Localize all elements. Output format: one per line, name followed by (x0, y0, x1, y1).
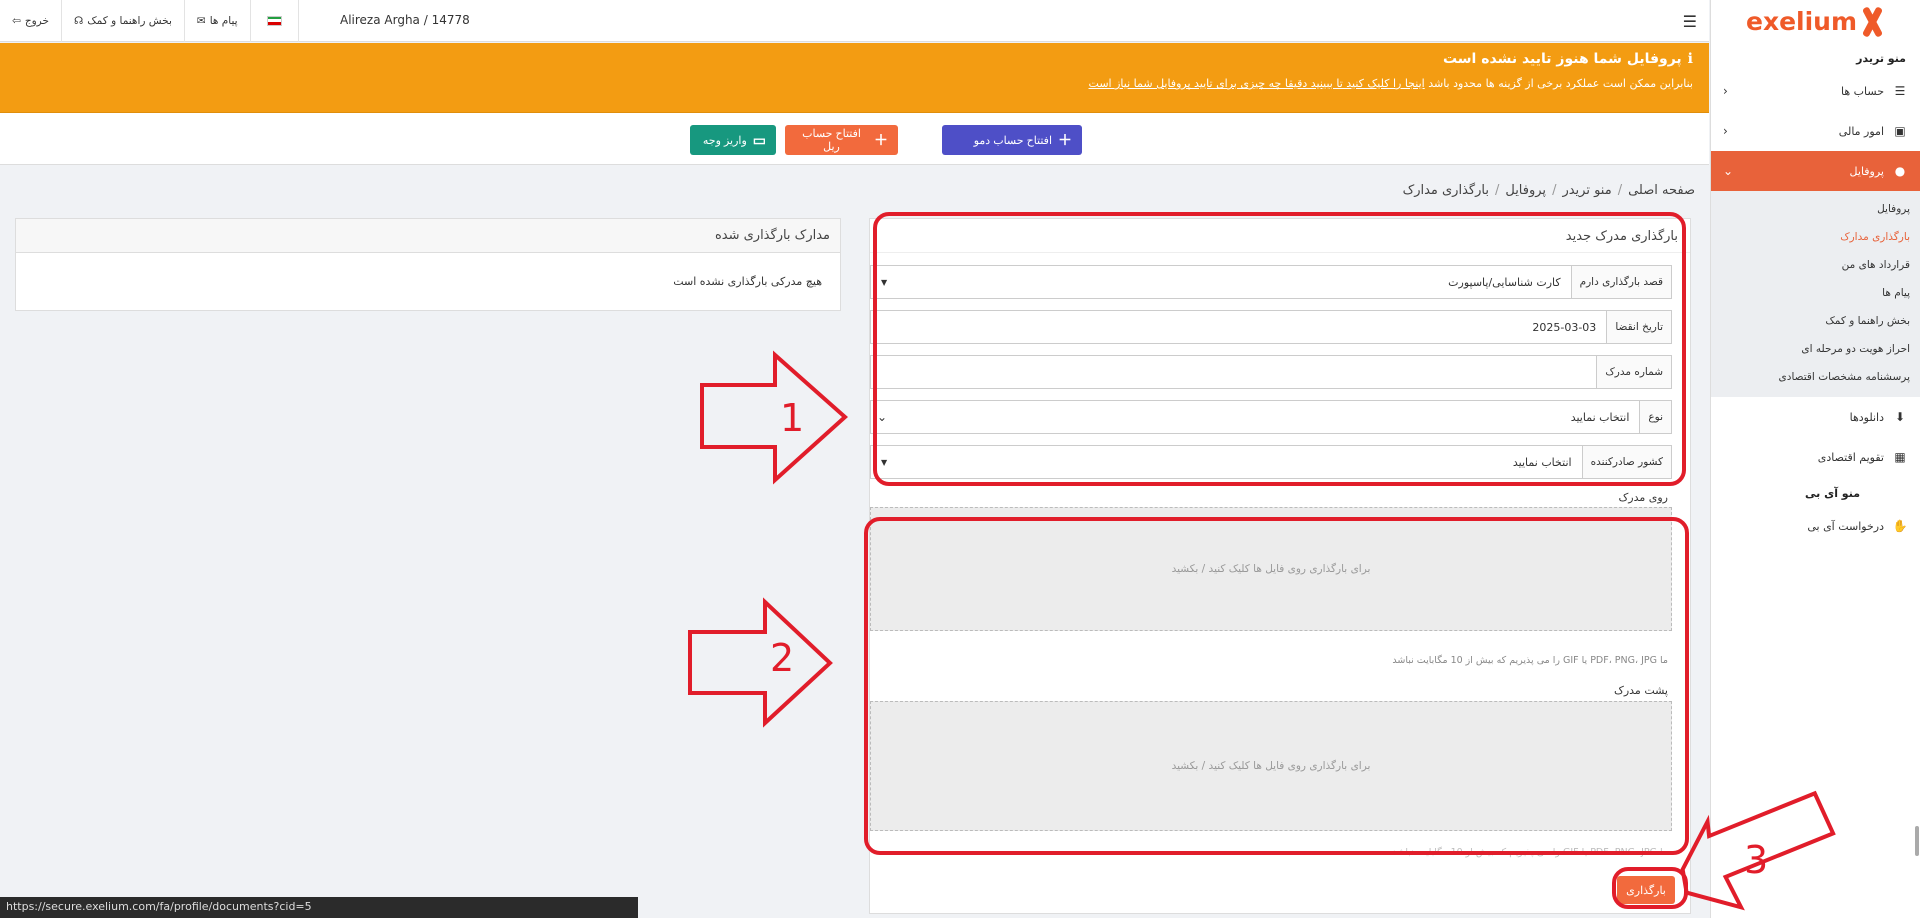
annotation-arrow-1 (700, 350, 849, 485)
annotation-number-3: 3 (1744, 838, 1769, 882)
annotation-arrow-2 (688, 597, 833, 728)
annotation-number-1: 1 (780, 396, 805, 440)
annotation-arrows (688, 350, 1836, 911)
annotation-number-2: 2 (770, 636, 795, 680)
